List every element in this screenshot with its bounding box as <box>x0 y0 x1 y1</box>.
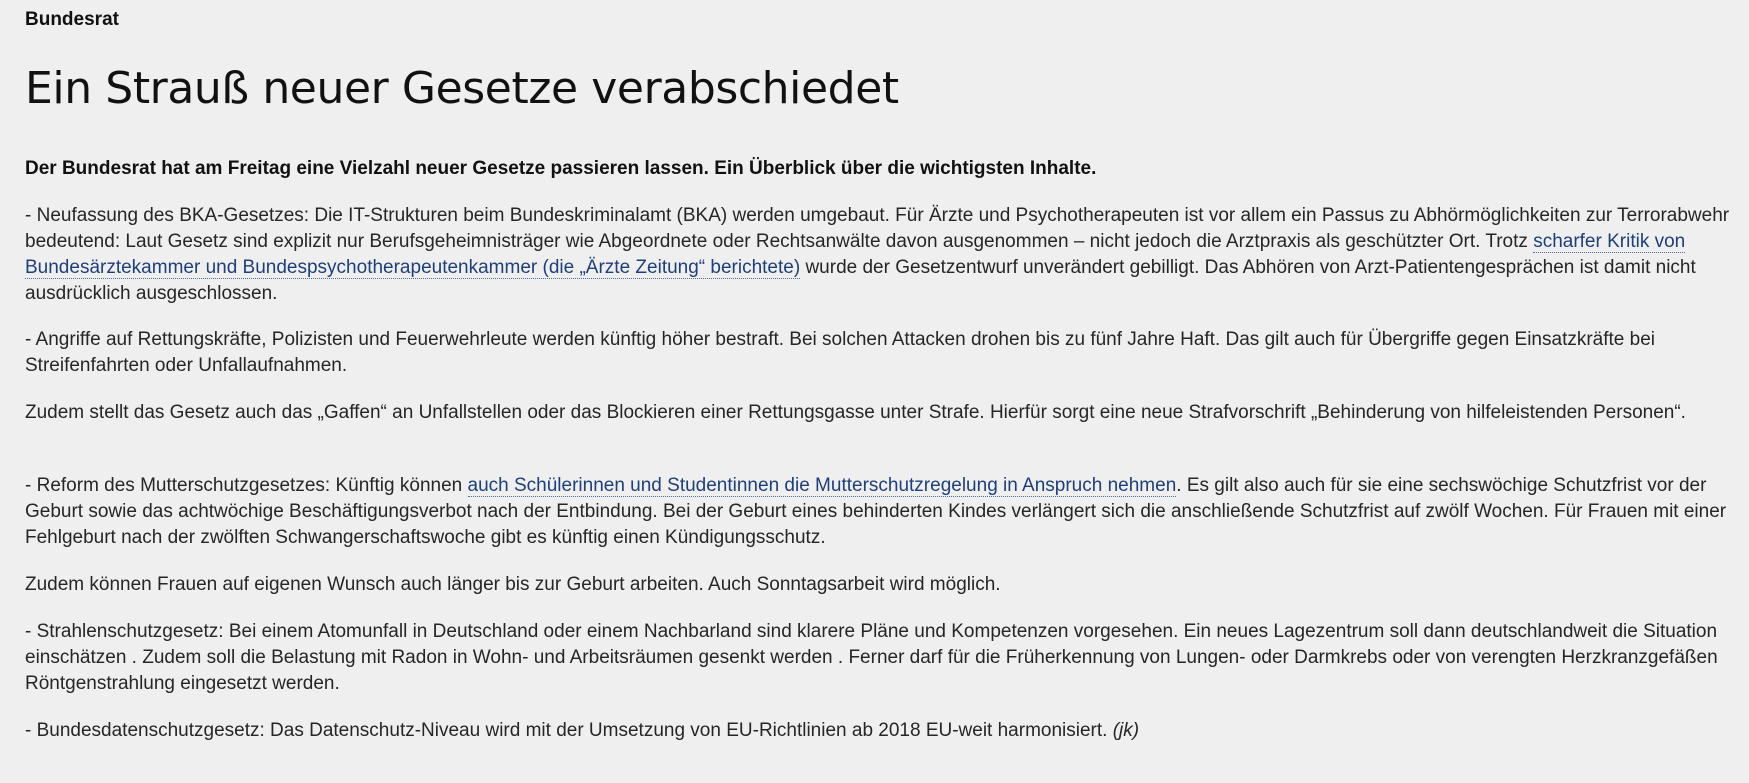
article-lead: Der Bundesrat hat am Freitag eine Vielza… <box>25 158 1097 179</box>
author-initials: (jk) <box>1112 720 1140 741</box>
paragraph-bka-gesetz: - Neufassung des BKA-Gesetzes: Die IT-St… <box>25 203 1733 307</box>
paragraph-strahlenschutz: - Strahlenschutzgesetz: Bei einem Atomun… <box>25 621 1718 694</box>
article-kicker: Bundesrat <box>25 9 119 30</box>
article-headline: Ein Strauß neuer Gesetze verabschiedet <box>25 63 899 114</box>
paragraph-rettungskraefte: - Angriffe auf Rettungskräfte, Poliziste… <box>25 329 1656 376</box>
article: Bundesrat Ein Strauß neuer Gesetze verab… <box>0 0 1749 741</box>
paragraph-gaffen: Zudem stellt das Gesetz auch das „Gaffen… <box>25 402 1686 423</box>
paragraph-datenschutz: - Bundesdatenschutzgesetz: Das Datenschu… <box>25 718 1733 744</box>
paragraph-text: - Neufassung des BKA-Gesetzes: Die IT-St… <box>25 205 1730 252</box>
link-mutterschutz-schuelerinnen[interactable]: auch Schülerinnen und Studentinnen die M… <box>467 475 1177 497</box>
paragraph-sonntagsarbeit: Zudem können Frauen auf eigenen Wunsch a… <box>25 574 1001 595</box>
paragraph-mutterschutz: - Reform des Mutterschutzgesetzes: Künft… <box>25 473 1733 551</box>
paragraph-text: - Bundesdatenschutzgesetz: Das Datenschu… <box>25 720 1113 741</box>
paragraph-text: - Reform des Mutterschutzgesetzes: Künft… <box>25 475 468 496</box>
